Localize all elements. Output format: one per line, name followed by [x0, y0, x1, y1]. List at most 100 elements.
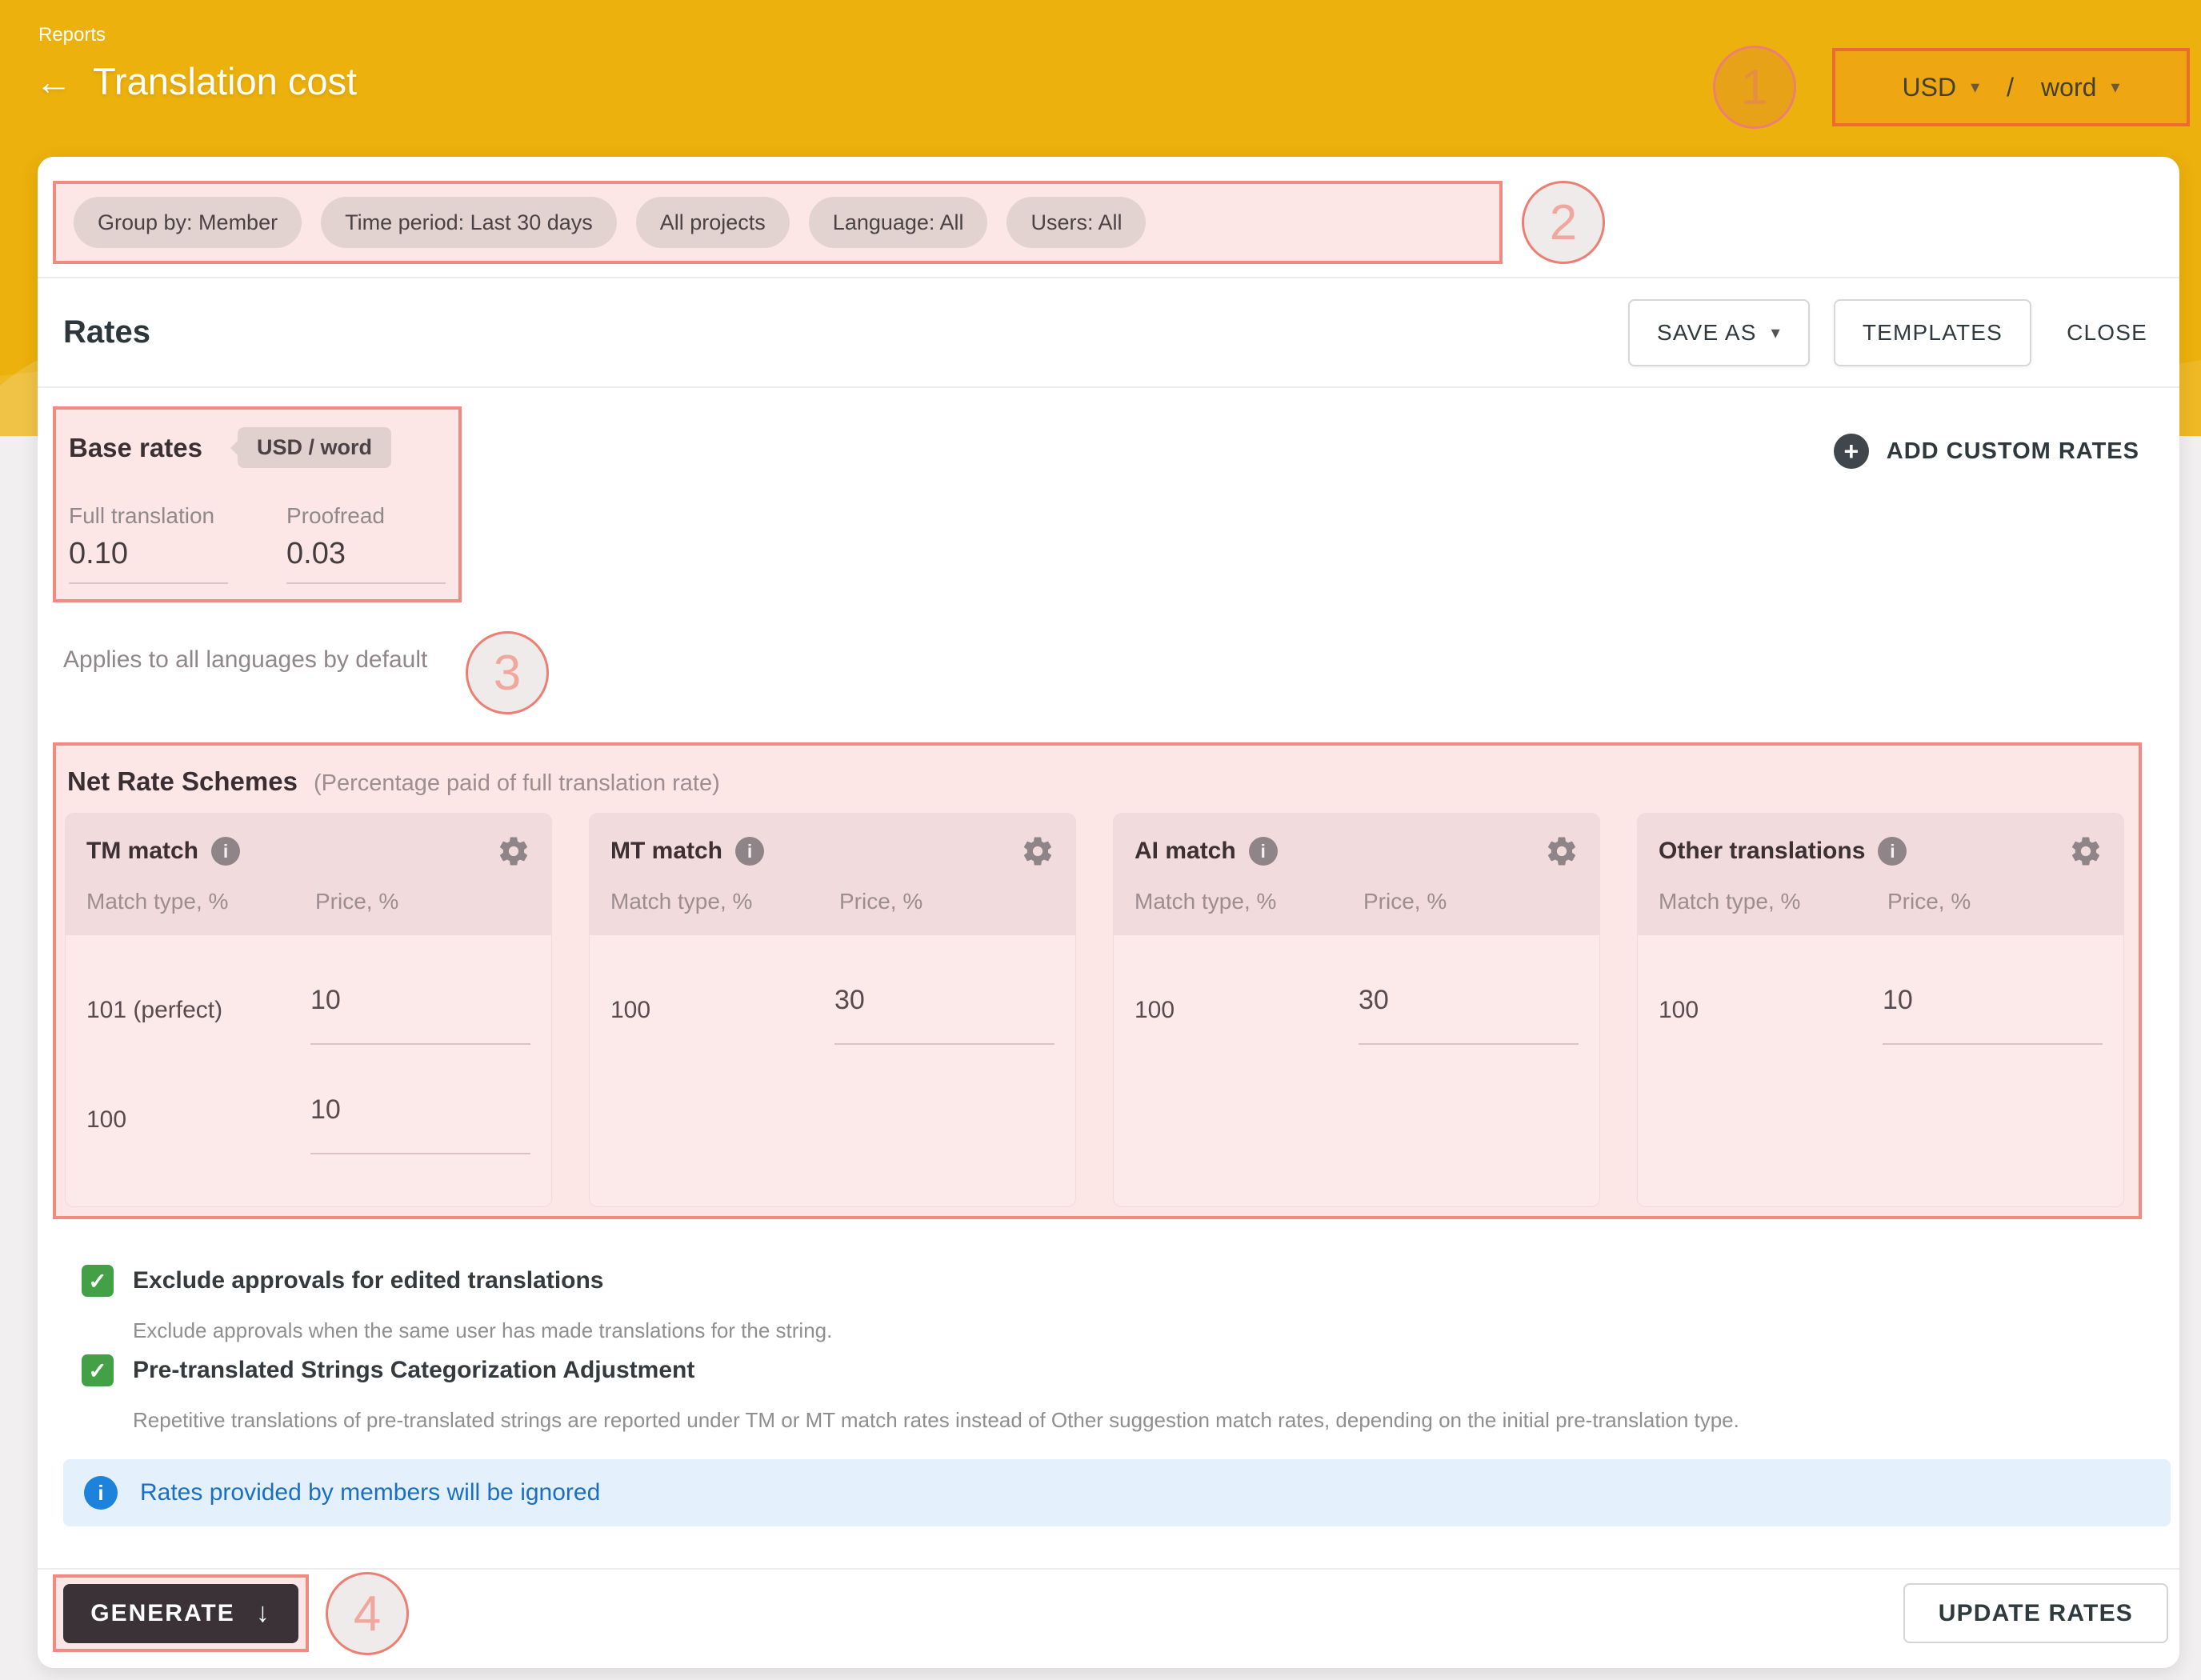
filter-chip-language[interactable]: Language: All	[809, 197, 988, 248]
divider	[38, 1568, 2179, 1570]
price-input[interactable]: 10	[1883, 985, 2103, 1045]
price-input[interactable]: 10	[310, 1094, 530, 1154]
table-row: 100 30	[610, 935, 1054, 1045]
generate-highlight-box: GENERATE ↓	[53, 1574, 309, 1652]
annotation-circle-1: 1	[1713, 46, 1796, 129]
back-arrow-icon[interactable]: ←	[35, 63, 72, 100]
translation-cost-report-page: Reports ← Translation cost USD ▾ / word …	[0, 0, 2201, 1680]
match-type-value: 100	[1659, 997, 1883, 1045]
chevron-down-icon: ▾	[1971, 78, 1979, 96]
gear-icon[interactable]	[497, 834, 530, 868]
filter-chip-users[interactable]: Users: All	[1006, 197, 1146, 248]
price-input[interactable]: 10	[310, 985, 530, 1045]
gear-icon[interactable]	[1021, 834, 1054, 868]
add-custom-rates-button[interactable]: + ADD CUSTOM RATES	[1834, 434, 2139, 469]
price-input[interactable]: 30	[834, 985, 1054, 1045]
checkbox-checked[interactable]: ✓	[82, 1265, 114, 1297]
plus-icon: +	[1834, 434, 1869, 469]
annotation-number-3: 3	[494, 645, 521, 702]
divider	[38, 386, 2179, 388]
save-as-label: SAVE AS	[1657, 320, 1757, 346]
update-rates-button[interactable]: UPDATE RATES	[1903, 1583, 2168, 1643]
ai-match-card: AI match i Match type, % Price, %	[1114, 814, 1599, 1206]
proofread-label: Proofread	[286, 503, 446, 529]
annotation-number-1: 1	[1741, 59, 1768, 116]
table-row: 100 10	[86, 1045, 530, 1154]
chevron-down-icon: ▾	[1771, 324, 1781, 342]
templates-button[interactable]: TEMPLATES	[1834, 299, 2031, 366]
option-pretranslated-adjustment: ✓ Pre-translated Strings Categorization …	[82, 1354, 694, 1386]
annotation-circle-4: 4	[326, 1572, 409, 1655]
generate-label: GENERATE	[90, 1600, 234, 1627]
match-type-value: 100	[1135, 997, 1359, 1045]
report-settings-card: Group by: Member Time period: Last 30 da…	[38, 157, 2179, 1668]
annotation-number-4: 4	[354, 1586, 381, 1642]
ai-match-title: AI match	[1135, 838, 1236, 865]
net-rate-schemes-highlight-box: Net Rate Schemes (Percentage paid of ful…	[53, 742, 2142, 1219]
info-banner: i Rates provided by members will be igno…	[63, 1459, 2171, 1526]
info-icon[interactable]: i	[735, 837, 764, 866]
match-type-value: 100	[610, 997, 834, 1045]
base-rates-note: Applies to all languages by default	[63, 646, 427, 674]
currency-value: USD	[1903, 73, 1957, 102]
net-rate-schemes-subtitle: (Percentage paid of full translation rat…	[314, 770, 720, 797]
match-type-column-label: Match type, %	[610, 889, 839, 914]
filter-chip-time-period[interactable]: Time period: Last 30 days	[321, 197, 617, 248]
info-banner-text: Rates provided by members will be ignore…	[140, 1479, 600, 1506]
proofread-field: Proofread 0.03	[286, 503, 446, 584]
unit-select[interactable]: word ▾	[2041, 73, 2119, 102]
mt-match-title: MT match	[610, 838, 722, 865]
currency-unit-selector-box: USD ▾ / word ▾	[1832, 48, 2190, 126]
mt-match-body: 100 30	[590, 935, 1075, 1206]
other-translations-body: 100 10	[1638, 935, 2123, 1206]
chevron-down-icon: ▾	[2111, 78, 2119, 96]
info-icon[interactable]: i	[1878, 837, 1907, 866]
tm-match-card: TM match i Match type, % Price, %	[66, 814, 551, 1206]
info-icon[interactable]: i	[211, 837, 240, 866]
base-rates-unit-tag: USD / word	[238, 427, 391, 468]
base-rates-highlight-box: Base rates USD / word Full translation 0…	[53, 406, 462, 602]
other-translations-header: Other translations i Match type, % Price…	[1638, 814, 2123, 935]
annotation-circle-2: 2	[1522, 181, 1605, 264]
option-label: Pre-translated Strings Categorization Ad…	[133, 1357, 694, 1384]
tm-match-title: TM match	[86, 838, 198, 865]
breadcrumb-reports[interactable]: Reports	[38, 24, 106, 46]
match-type-column-label: Match type, %	[1135, 889, 1363, 914]
ai-match-header: AI match i Match type, % Price, %	[1114, 814, 1599, 935]
filter-chip-group-by[interactable]: Group by: Member	[74, 197, 302, 248]
full-translation-input[interactable]: 0.10	[69, 537, 228, 584]
proofread-input[interactable]: 0.03	[286, 537, 446, 584]
close-button[interactable]: CLOSE	[2055, 320, 2159, 346]
currency-select[interactable]: USD ▾	[1903, 73, 1980, 102]
match-type-value: 101 (perfect)	[86, 997, 310, 1045]
filter-chip-projects[interactable]: All projects	[636, 197, 790, 248]
checkbox-checked[interactable]: ✓	[82, 1354, 114, 1386]
page-title-row: ← Translation cost	[35, 59, 357, 103]
option-description: Repetitive translations of pre-translate…	[133, 1408, 1739, 1433]
full-translation-label: Full translation	[69, 503, 228, 529]
download-arrow-icon: ↓	[256, 1598, 271, 1629]
gear-icon[interactable]	[2069, 834, 2103, 868]
annotation-circle-3: 3	[466, 631, 549, 714]
mt-match-header: MT match i Match type, % Price, %	[590, 814, 1075, 935]
rates-section-title: Rates	[63, 314, 150, 350]
rates-toolbar: Rates SAVE AS ▾ TEMPLATES CLOSE	[63, 278, 2159, 386]
gear-icon[interactable]	[1545, 834, 1579, 868]
page-title: Translation cost	[93, 59, 357, 103]
price-column-label: Price, %	[839, 889, 922, 914]
table-row: 100 10	[1659, 935, 2103, 1045]
match-type-column-label: Match type, %	[1659, 889, 1887, 914]
price-input[interactable]: 30	[1359, 985, 1579, 1045]
generate-button[interactable]: GENERATE ↓	[63, 1584, 298, 1643]
table-row: 100 30	[1135, 935, 1579, 1045]
table-row: 101 (perfect) 10	[86, 935, 530, 1045]
save-as-button[interactable]: SAVE AS ▾	[1628, 299, 1810, 366]
add-custom-rates-label: ADD CUSTOM RATES	[1887, 438, 2139, 465]
other-translations-title: Other translations	[1659, 838, 1865, 865]
match-type-column-label: Match type, %	[86, 889, 315, 914]
ai-match-body: 100 30	[1114, 935, 1599, 1206]
price-column-label: Price, %	[1887, 889, 1971, 914]
unit-value: word	[2041, 73, 2096, 102]
info-icon[interactable]: i	[1249, 837, 1278, 866]
option-description: Exclude approvals when the same user has…	[133, 1318, 832, 1343]
